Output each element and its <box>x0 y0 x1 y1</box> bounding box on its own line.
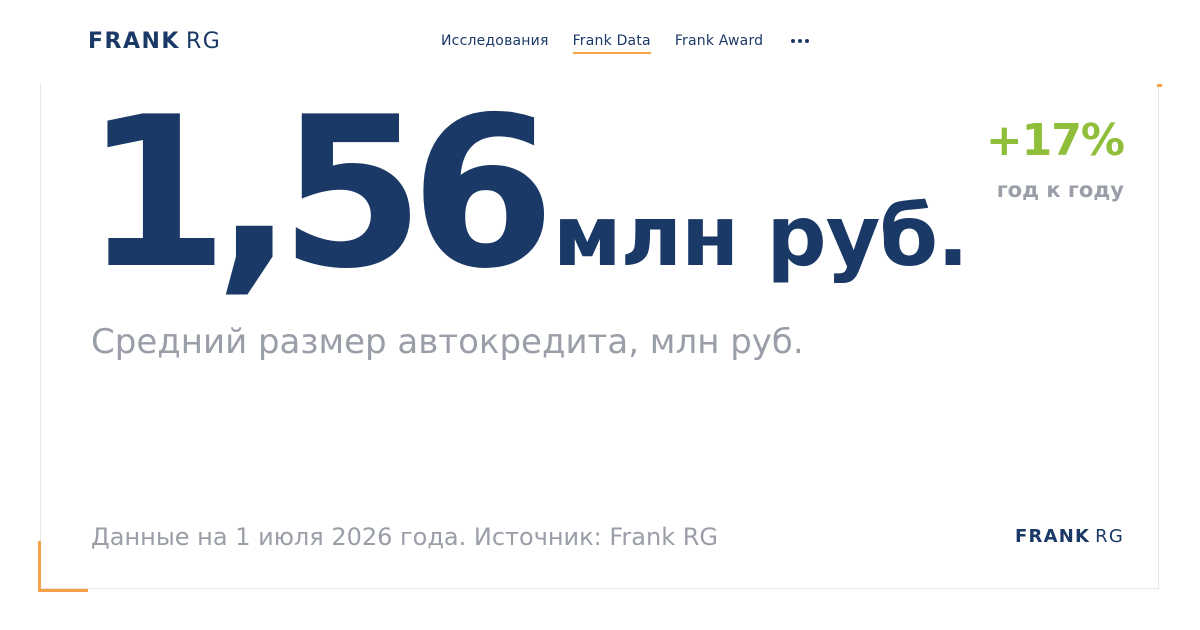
metric-subtitle: Средний размер автокредита, млн руб. <box>91 322 804 362</box>
footer-logo: FRANK RG <box>1015 525 1124 549</box>
ellipsis-dot <box>805 39 810 43</box>
page: FRANK RG Исследования Frank Data Frank Aw… <box>0 0 1200 630</box>
ellipsis-dot <box>791 39 796 43</box>
main-nav: Исследования Frank Data Frank Award <box>441 31 812 54</box>
logo-bold-text: FRANK <box>88 29 180 54</box>
metric-change: +17% <box>985 115 1125 166</box>
footer-logo-light-text: RG <box>1095 526 1124 547</box>
card-corner-accent-top-right <box>1157 84 1162 87</box>
ellipsis-dot <box>798 39 803 43</box>
card-corner-accent-bottom-left-vertical <box>38 541 41 592</box>
ellipsis-icon[interactable] <box>791 31 812 51</box>
header-logo[interactable]: FRANK RG <box>88 29 221 55</box>
nav-item-frank-award[interactable]: Frank Award <box>675 31 763 51</box>
metric-unit: млн руб. <box>553 187 969 285</box>
card-corner-accent-bottom-left-horizontal <box>38 589 88 592</box>
nav-item-research[interactable]: Исследования <box>441 31 549 51</box>
site-header: FRANK RG Исследования Frank Data Frank Aw… <box>0 0 1200 84</box>
logo-light-text: RG <box>185 29 222 54</box>
metric-change-label: год к году <box>996 178 1124 202</box>
footer-logo-bold-text: FRANK <box>1015 526 1091 547</box>
metric-value: 1,56 <box>84 73 555 315</box>
nav-item-frank-data[interactable]: Frank Data <box>572 31 651 54</box>
source-note: Данные на 1 июля 2026 года. Источник: Fr… <box>91 523 719 551</box>
